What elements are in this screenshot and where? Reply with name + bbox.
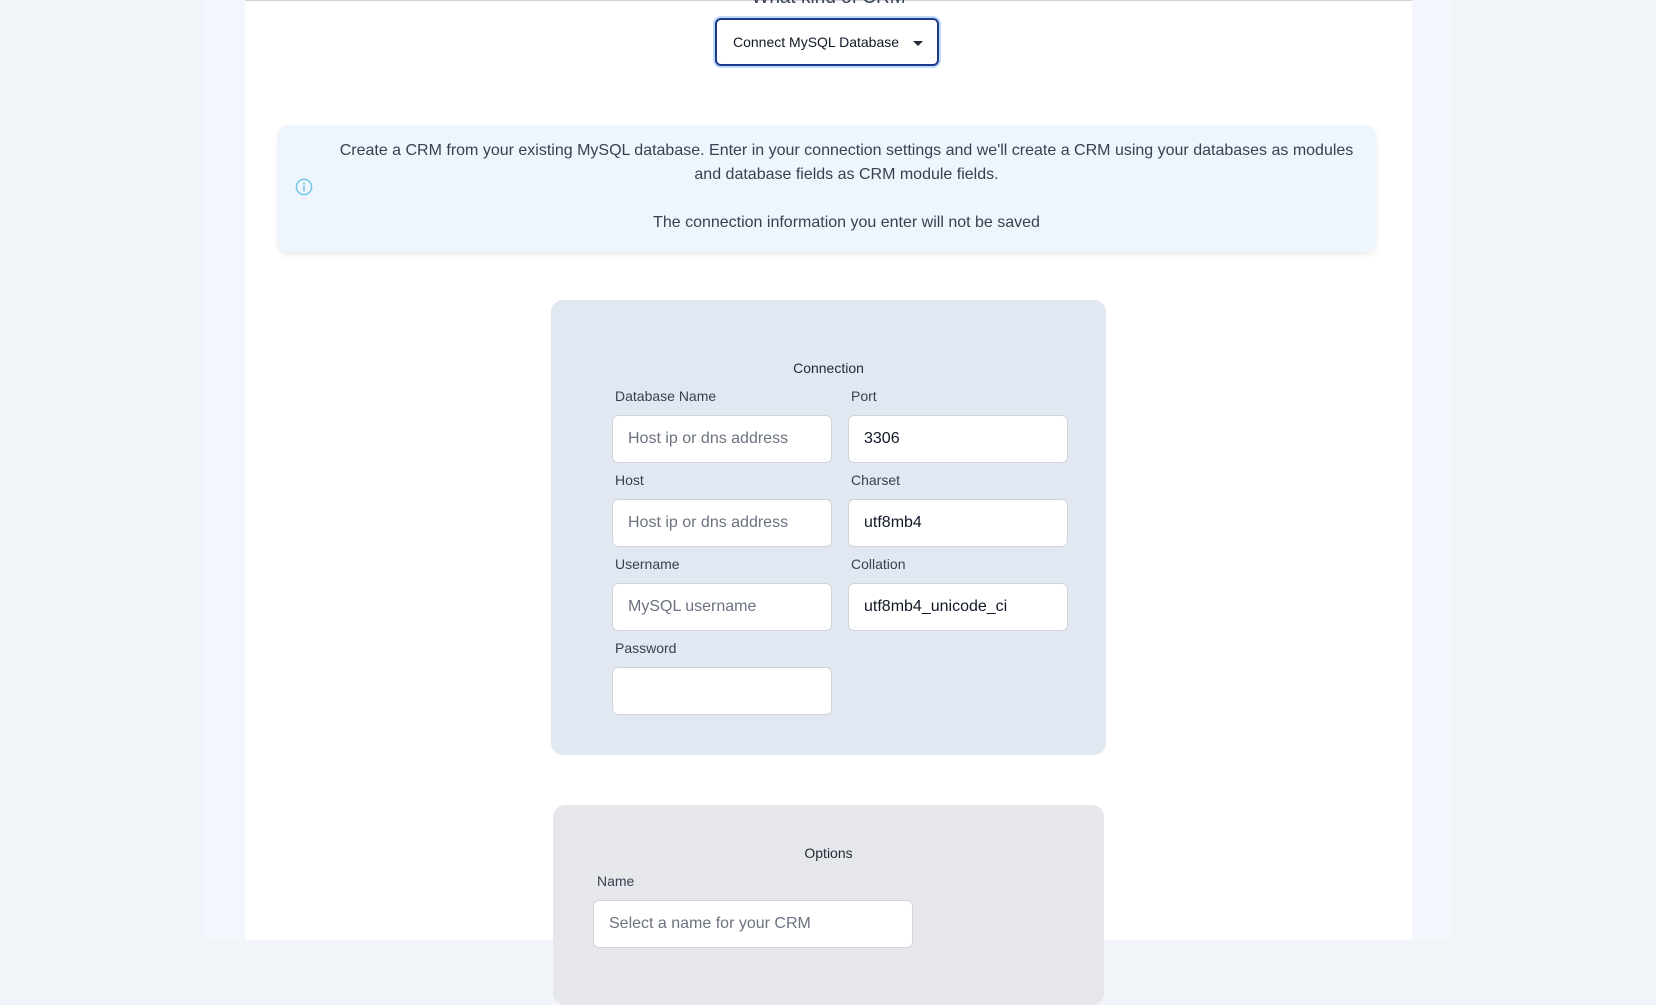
database-name-label: Database Name	[615, 388, 717, 404]
database-name-input[interactable]	[612, 415, 832, 463]
info-text: Create a CRM from your existing MySQL da…	[335, 139, 1358, 235]
page-heading: What kind of CRM	[245, 0, 1412, 8]
host-input[interactable]	[612, 499, 832, 547]
info-line-1: Create a CRM from your existing MySQL da…	[339, 142, 1354, 159]
options-title: Options	[804, 845, 853, 861]
username-input[interactable]	[612, 583, 832, 631]
info-alert: Create a CRM from your existing MySQL da…	[278, 125, 1376, 252]
crm-name-label: Name	[597, 873, 635, 889]
port-input[interactable]	[848, 415, 1068, 463]
crm-type-select-label: Connect MySQL Database	[733, 34, 900, 50]
info-icon	[295, 178, 313, 196]
collation-input[interactable]	[848, 583, 1068, 631]
main-card: What kind of CRM Connect MySQL Database …	[245, 0, 1412, 1005]
crm-name-input[interactable]	[593, 900, 913, 948]
caret-down-icon	[913, 41, 923, 46]
port-label: Port	[851, 388, 877, 404]
connection-title: Connection	[793, 360, 864, 376]
username-label: Username	[615, 556, 680, 572]
options-panel: Options Name	[553, 805, 1104, 1005]
info-line-2: and database fields as CRM module fields…	[694, 166, 999, 183]
collation-label: Collation	[851, 556, 906, 572]
info-line-3: The connection information you enter wil…	[653, 214, 1040, 231]
charset-label: Charset	[851, 472, 901, 488]
crm-type-select[interactable]: Connect MySQL Database	[715, 18, 939, 66]
password-label: Password	[615, 640, 677, 656]
password-input[interactable]	[612, 667, 832, 715]
charset-input[interactable]	[848, 499, 1068, 547]
host-label: Host	[615, 472, 644, 488]
connection-panel: Connection Database Name Port Host Chars…	[551, 300, 1106, 755]
